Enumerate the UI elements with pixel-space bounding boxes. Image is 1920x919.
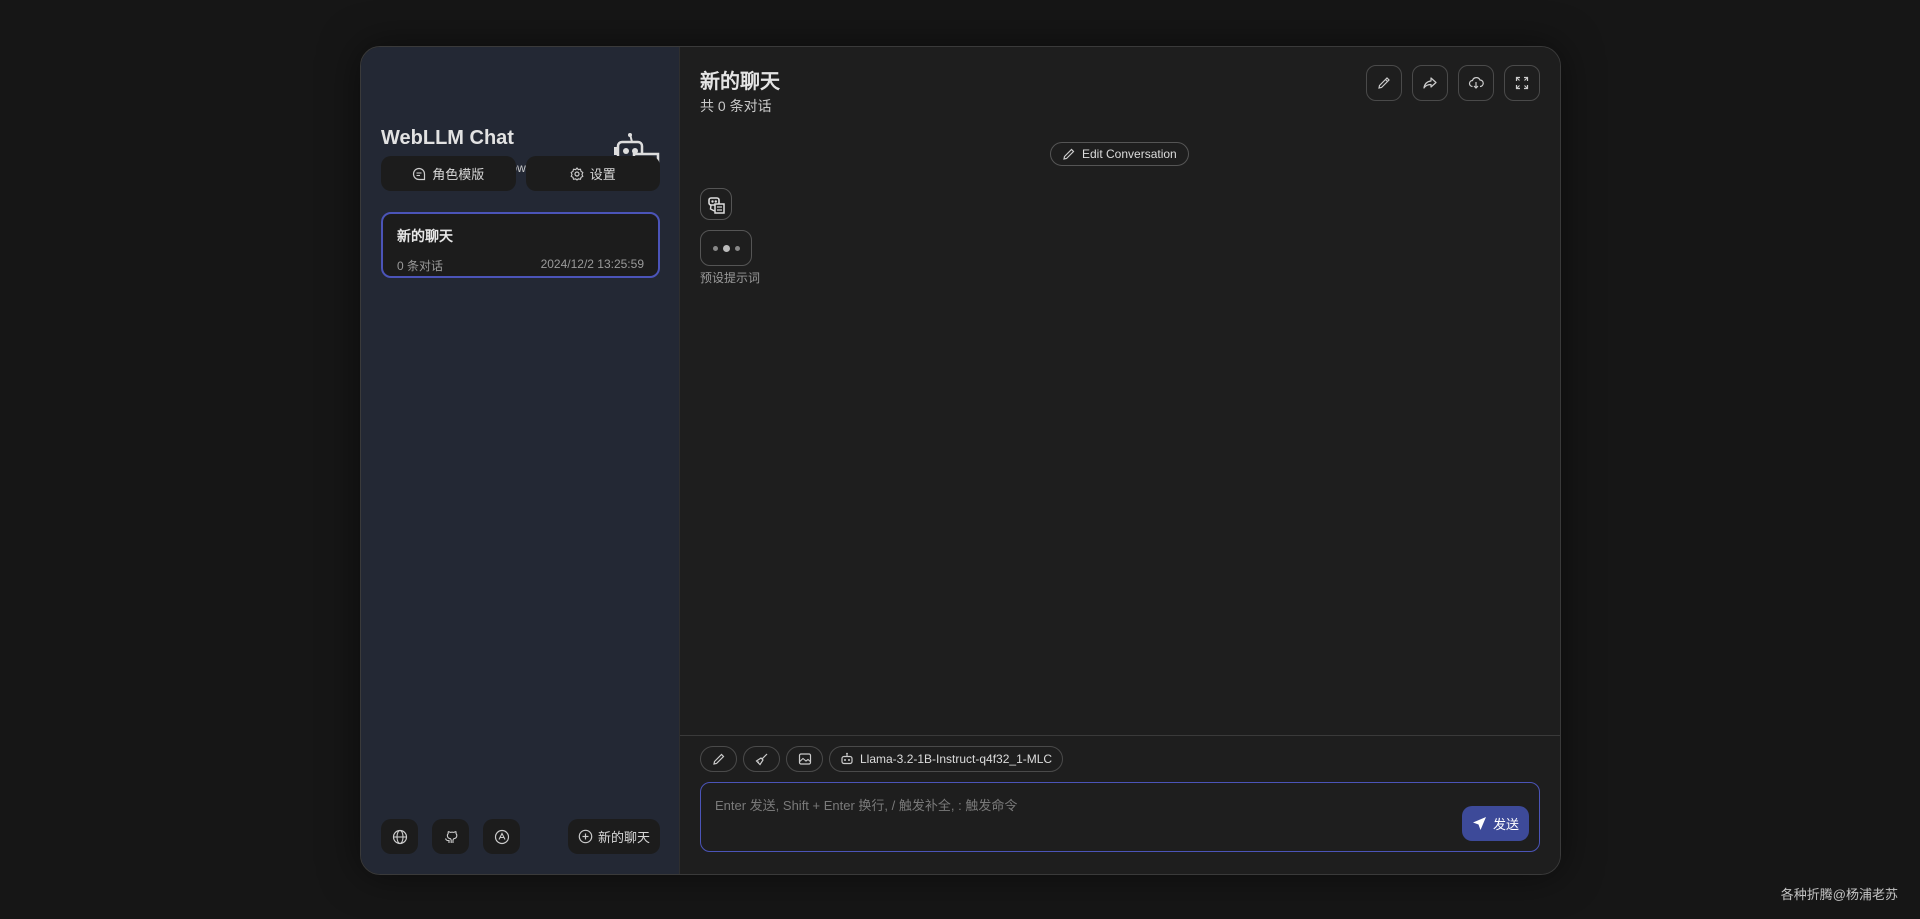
app-window: WebLLM Chat AI Models Running in Browser (360, 46, 1561, 875)
share-icon (1422, 75, 1438, 91)
chat-item-title: 新的聊天 (397, 228, 453, 244)
typing-indicator (700, 230, 752, 266)
send-label: 发送 (1492, 817, 1519, 832)
image-icon (798, 752, 812, 766)
github-icon (444, 830, 458, 844)
model-selector[interactable]: Llama-3.2-1B-Instruct-q4f32_1-MLC (829, 746, 1064, 772)
chat-item-count: 0 条对话 (397, 259, 444, 273)
settings-label: 设置 (589, 167, 616, 182)
globe-icon (392, 829, 408, 845)
add-circle-icon (578, 829, 593, 844)
bot-avatar (700, 188, 732, 220)
chat-item-time: 2024/12/2 13:25:59 (540, 257, 644, 271)
sidebar: WebLLM Chat AI Models Running in Browser (361, 47, 680, 874)
typing-dot (734, 245, 740, 251)
chat-main: 新的聊天 共 0 条对话 Edit Conversation 预设提示词 Lla… (680, 47, 1560, 874)
watermark: 各种折腾@杨浦老苏 (1780, 887, 1898, 902)
rename-button[interactable] (1366, 65, 1402, 101)
typing-dot (722, 244, 730, 252)
export-button[interactable] (1458, 65, 1494, 101)
chat-header: 新的聊天 共 0 条对话 (700, 65, 1540, 115)
github-button[interactable] (432, 819, 469, 854)
broom-icon (755, 752, 769, 766)
message-input-box: 发送 (700, 782, 1540, 852)
share-button[interactable] (1412, 65, 1448, 101)
brand: WebLLM Chat AI Models Running in Browser (381, 91, 660, 182)
refresh-circle-icon (494, 829, 510, 845)
chat-bubble-icon (412, 167, 426, 181)
templates-label: 角色模版 (432, 167, 485, 182)
model-name: Llama-3.2-1B-Instruct-q4f32_1-MLC (860, 752, 1053, 766)
fullscreen-button[interactable] (1504, 65, 1540, 101)
preset-prompt-label: 预设提示词 (700, 271, 761, 285)
gear-icon (570, 166, 584, 181)
robot-icon (840, 752, 854, 766)
input-panel: Llama-3.2-1B-Instruct-q4f32_1-MLC 发送 (680, 735, 1560, 874)
fullscreen-icon (1515, 76, 1529, 90)
pencil-icon (1376, 75, 1392, 91)
edit-conversation-label: Edit Conversation (1082, 147, 1177, 161)
pencil-icon (712, 752, 726, 766)
new-chat-button[interactable]: 新的聊天 (567, 819, 660, 854)
sidebar-footer: 新的聊天 (381, 819, 660, 854)
chat-item-meta: 0 条对话 2024/12/2 13:25:59 (397, 257, 644, 274)
header-actions (1366, 65, 1540, 101)
typing-dot (712, 245, 718, 251)
chat-list-item[interactable]: 新的聊天 0 条对话 2024/12/2 13:25:59 (381, 212, 660, 278)
cloud-download-icon (1468, 75, 1484, 91)
clear-context-button[interactable] (743, 746, 780, 772)
edit-conversation-button[interactable]: Edit Conversation (1050, 142, 1189, 166)
app-title: WebLLM Chat (381, 127, 514, 149)
image-upload-button[interactable] (786, 746, 823, 772)
sidebar-actions: 角色模版 设置 (381, 156, 660, 191)
robot-icon (706, 194, 726, 214)
pencil-icon (1062, 147, 1076, 161)
settings-button[interactable]: 设置 (525, 156, 660, 191)
new-chat-label: 新的聊天 (597, 830, 650, 845)
message-input[interactable] (701, 783, 1539, 851)
prompt-button[interactable] (700, 746, 737, 772)
input-toolbar: Llama-3.2-1B-Instruct-q4f32_1-MLC (700, 746, 1064, 772)
send-button[interactable]: 发送 (1461, 806, 1529, 841)
templates-button[interactable]: 角色模版 (381, 156, 516, 191)
send-icon (1472, 816, 1487, 831)
language-button[interactable] (381, 819, 418, 854)
model-cache-button[interactable] (483, 819, 520, 854)
